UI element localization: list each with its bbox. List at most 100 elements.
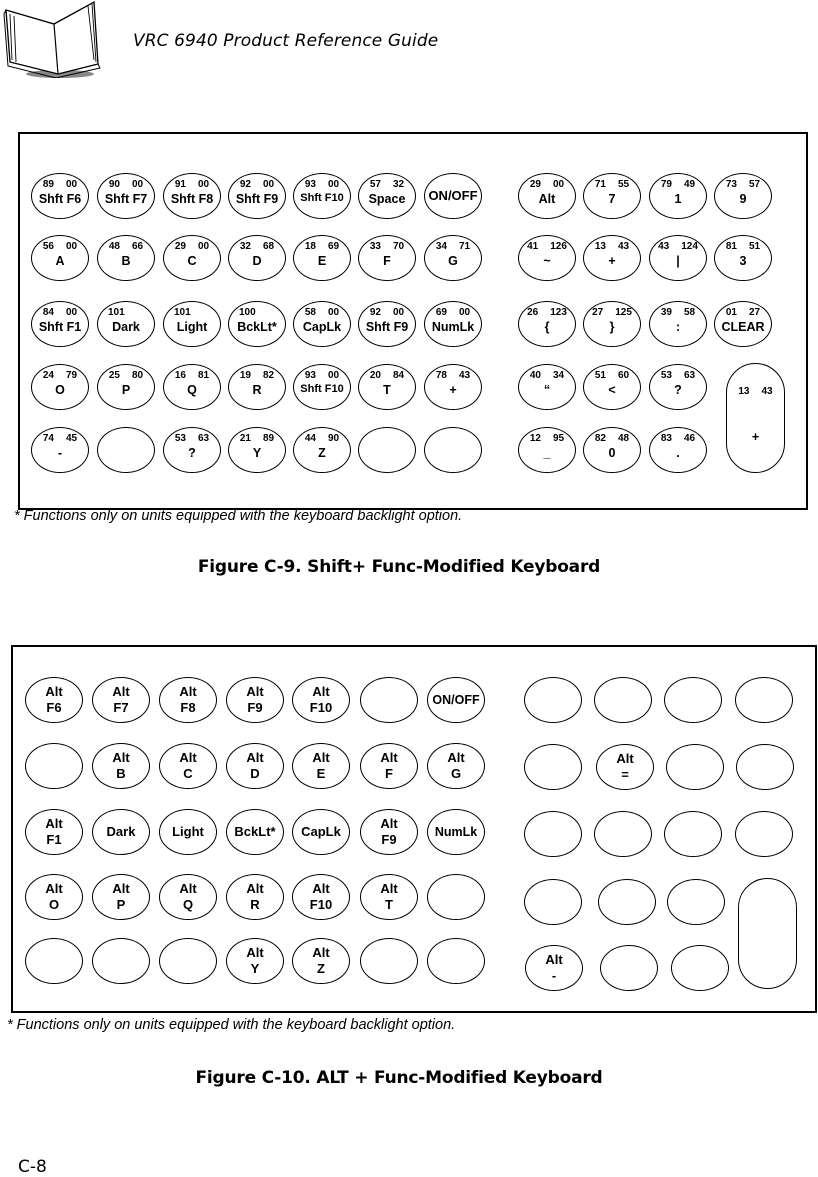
key-b: 48 66 B — [97, 235, 155, 281]
ascii-code: 43 — [618, 241, 630, 252]
key-label: 3 — [739, 254, 747, 268]
ascii-code: 70 — [393, 241, 405, 252]
key-on-off: ON/OFF — [424, 173, 482, 219]
keypad-key-symbol: 40 34 “ — [518, 364, 576, 410]
ascii-code: 00 — [328, 370, 340, 381]
scan-codes: 26 123 — [519, 307, 575, 318]
key-label: { — [544, 320, 550, 334]
keypad-key-symbol: 27 125} — [583, 301, 641, 347]
ascii-code: 00 — [198, 241, 210, 252]
key-t: 20 84 T — [358, 364, 416, 410]
ascii-code: 27 — [749, 307, 761, 318]
keypad-key-blank — [736, 744, 794, 790]
scan-codes: 01 27 — [715, 307, 771, 318]
key-alt-f8: Alt F8 — [159, 677, 217, 723]
key-label: BckLt* — [237, 320, 277, 334]
ascii-code: 125 — [615, 307, 632, 318]
keypad-key-symbol: 43 124 | — [649, 235, 707, 281]
key-alt-e: Alt E — [292, 743, 350, 789]
key-alt-c: Alt C — [159, 743, 217, 789]
scan-codes: 100 — [229, 307, 285, 318]
scan-code: 33 — [369, 241, 381, 252]
keypad-key-plus-tall: 13 43 + — [726, 363, 785, 473]
key-numlk: 69 00 NumLk — [424, 301, 482, 347]
key-label: Dark — [106, 824, 136, 839]
scan-code: 01 — [725, 307, 737, 318]
key-label: Alt E — [312, 750, 330, 781]
scan-codes: 79 49 — [650, 179, 706, 190]
ascii-code: 81 — [198, 370, 210, 381]
key-shft-f9: 92 00 Shft F9 — [228, 173, 286, 219]
ascii-code: 66 — [132, 241, 144, 252]
scan-code: 89 — [42, 179, 54, 190]
key-label: Alt C — [179, 750, 197, 781]
key-label: G — [448, 254, 458, 268]
key-label: Shft F9 — [235, 192, 279, 206]
ascii-code: 51 — [749, 241, 761, 252]
scan-codes: 34 71 — [425, 241, 481, 252]
key-label: Alt F1 — [45, 816, 63, 847]
page-number: C-8 — [18, 1157, 47, 1177]
key-shft-f9: 92 00 Shft F9 — [358, 301, 416, 347]
keypad-key-blank — [524, 811, 582, 857]
ascii-code: 00 — [328, 307, 340, 318]
ascii-code: 00 — [66, 307, 78, 318]
keypad-key-blank — [664, 677, 722, 723]
scan-codes: 74 45 — [32, 433, 88, 444]
ascii-code: 00 — [553, 179, 565, 190]
scan-code: 19 — [239, 370, 251, 381]
ascii-code: 00 — [66, 179, 78, 190]
ascii-code: 90 — [328, 433, 340, 444]
key-r: 19 82 R — [228, 364, 286, 410]
key-label: CLEAR — [721, 320, 765, 334]
scan-codes: 89 00 — [32, 179, 88, 190]
scan-codes: 93 00 — [294, 370, 350, 381]
key-e: 18 69 E — [293, 235, 351, 281]
key-alt-b: Alt B — [92, 743, 150, 789]
key-label: Shft F1 — [38, 320, 82, 334]
key-label: P — [121, 383, 131, 397]
keypad-key-blank — [594, 811, 652, 857]
key-blank — [360, 938, 418, 984]
key-label: ~ — [543, 254, 551, 268]
key-blank — [25, 743, 83, 789]
ascii-code: 32 — [393, 179, 405, 190]
scan-codes: 51 60 — [584, 370, 640, 381]
key-label: + — [751, 430, 760, 444]
key-label: Alt — [538, 192, 556, 206]
keypad-key-blank — [667, 879, 725, 925]
scan-code: 13 — [594, 241, 606, 252]
scan-codes: 20 84 — [359, 370, 415, 381]
scan-code: 21 — [239, 433, 251, 444]
scan-code: 39 — [660, 307, 672, 318]
key-caplk: 58 00 CapLk — [293, 301, 351, 347]
key-label: F — [383, 254, 391, 268]
scan-code: 25 — [108, 370, 120, 381]
keypad-key-tall-blank — [738, 878, 797, 989]
key-alt-g: Alt G — [427, 743, 485, 789]
key-label: Alt F6 — [45, 684, 63, 715]
scan-code: 90 — [108, 179, 120, 190]
scan-code: 12 — [529, 433, 541, 444]
keypad-key-alt: Alt = — [596, 744, 654, 790]
key-label: CapLk — [301, 824, 341, 839]
keypad-key-7: 71 55 7 — [583, 173, 641, 219]
scan-codes: 33 70 — [359, 241, 415, 252]
scan-code: 29 — [174, 241, 186, 252]
key-symbol: 53 63? — [163, 427, 221, 473]
key-label: Alt Z — [312, 945, 330, 976]
scan-codes: 101 — [164, 307, 220, 318]
ascii-code: 79 — [66, 370, 78, 381]
key-label: . — [676, 446, 680, 460]
keypad-key-symbol: 26 123 { — [518, 301, 576, 347]
ascii-code: 00 — [66, 241, 78, 252]
scan-code: 74 — [42, 433, 54, 444]
key-label: R — [252, 383, 262, 397]
key-alt-f9: Alt F9 — [360, 809, 418, 855]
key-label: Shft F10 — [300, 383, 344, 395]
ascii-code: 124 — [681, 241, 698, 252]
scan-codes: 53 63 — [164, 433, 220, 444]
keypad-key-clear: 01 27 CLEAR — [714, 301, 772, 347]
key-label: Alt D — [246, 750, 264, 781]
scan-codes: 24 79 — [32, 370, 88, 381]
